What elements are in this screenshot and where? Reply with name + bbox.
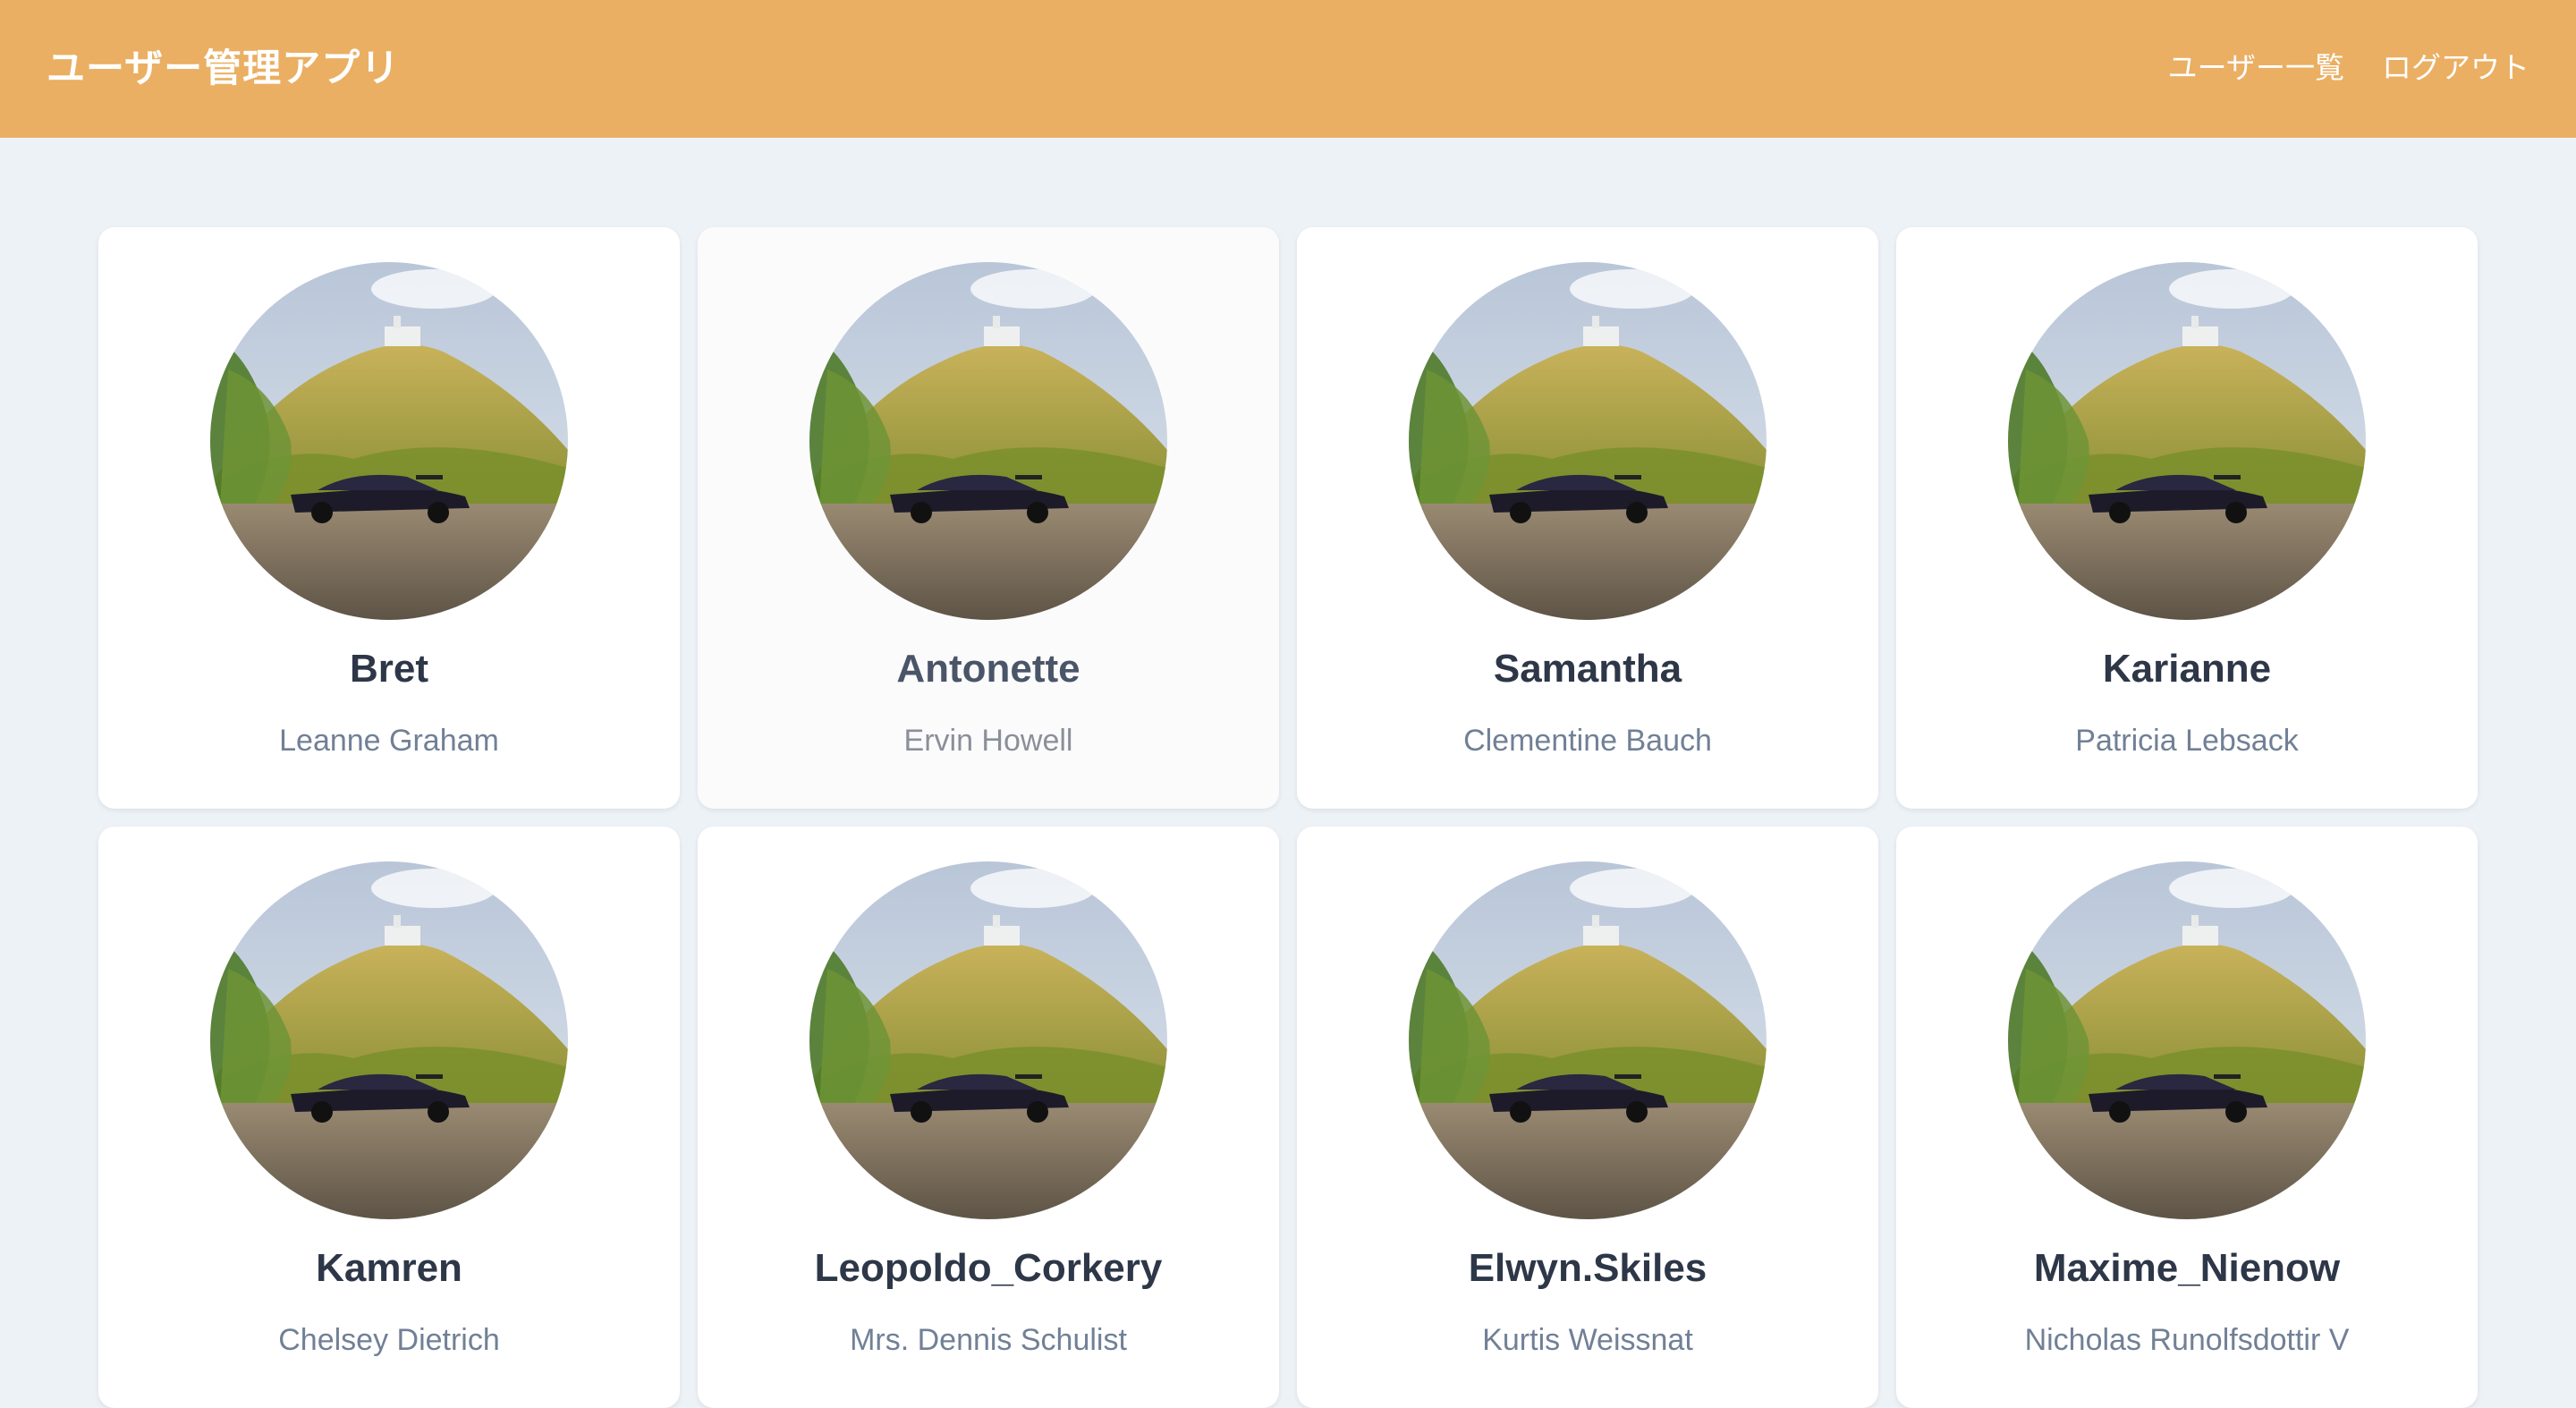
user-username: Antonette	[896, 647, 1080, 691]
user-avatar	[2008, 262, 2366, 620]
user-fullname: Kurtis Weissnat	[1482, 1323, 1693, 1357]
user-avatar	[210, 262, 568, 620]
nav-user-list-link[interactable]: ユーザー一覧	[2168, 47, 2344, 89]
user-card[interactable]: Samantha Clementine Bauch	[1297, 227, 1878, 809]
user-card[interactable]: Karianne Patricia Lebsack	[1896, 227, 2478, 809]
user-username: Elwyn.Skiles	[1468, 1246, 1707, 1290]
app-title: ユーザー管理アプリ	[47, 47, 401, 91]
user-username: Samantha	[1493, 647, 1682, 691]
user-card[interactable]: Bret Leanne Graham	[98, 227, 680, 809]
user-card[interactable]: Leopoldo_Corkery Mrs. Dennis Schulist	[698, 827, 1279, 1408]
user-avatar	[809, 262, 1167, 620]
user-card[interactable]: Elwyn.Skiles Kurtis Weissnat	[1297, 827, 1878, 1408]
user-card[interactable]: Antonette Ervin Howell	[698, 227, 1279, 809]
user-avatar	[1409, 861, 1767, 1219]
user-avatar	[2008, 861, 2366, 1219]
user-fullname: Clementine Bauch	[1463, 724, 1712, 758]
user-avatar	[1409, 262, 1767, 620]
user-card[interactable]: Maxime_Nienow Nicholas Runolfsdottir V	[1896, 827, 2478, 1408]
user-username: Karianne	[2102, 647, 2272, 691]
user-fullname: Ervin Howell	[903, 724, 1073, 758]
user-fullname: Mrs. Dennis Schulist	[850, 1323, 1127, 1357]
user-card-grid: Bret Leanne Graham Antonette Ervin Howel…	[98, 227, 2478, 1408]
user-fullname: Patricia Lebsack	[2075, 724, 2299, 758]
user-fullname: Nicholas Runolfsdottir V	[2024, 1323, 2350, 1357]
header-nav: ユーザー一覧 ログアウト	[2168, 47, 2529, 89]
user-fullname: Chelsey Dietrich	[278, 1323, 500, 1357]
user-avatar	[809, 861, 1167, 1219]
user-username: Leopoldo_Corkery	[814, 1246, 1163, 1290]
app-header: ユーザー管理アプリ ユーザー一覧 ログアウト	[0, 0, 2576, 138]
user-card[interactable]: Kamren Chelsey Dietrich	[98, 827, 680, 1408]
user-fullname: Leanne Graham	[279, 724, 499, 758]
user-username: Kamren	[316, 1246, 462, 1290]
nav-logout-link[interactable]: ログアウト	[2382, 47, 2529, 89]
user-username: Maxime_Nienow	[2033, 1246, 2341, 1290]
user-avatar	[210, 861, 568, 1219]
user-username: Bret	[349, 647, 429, 691]
